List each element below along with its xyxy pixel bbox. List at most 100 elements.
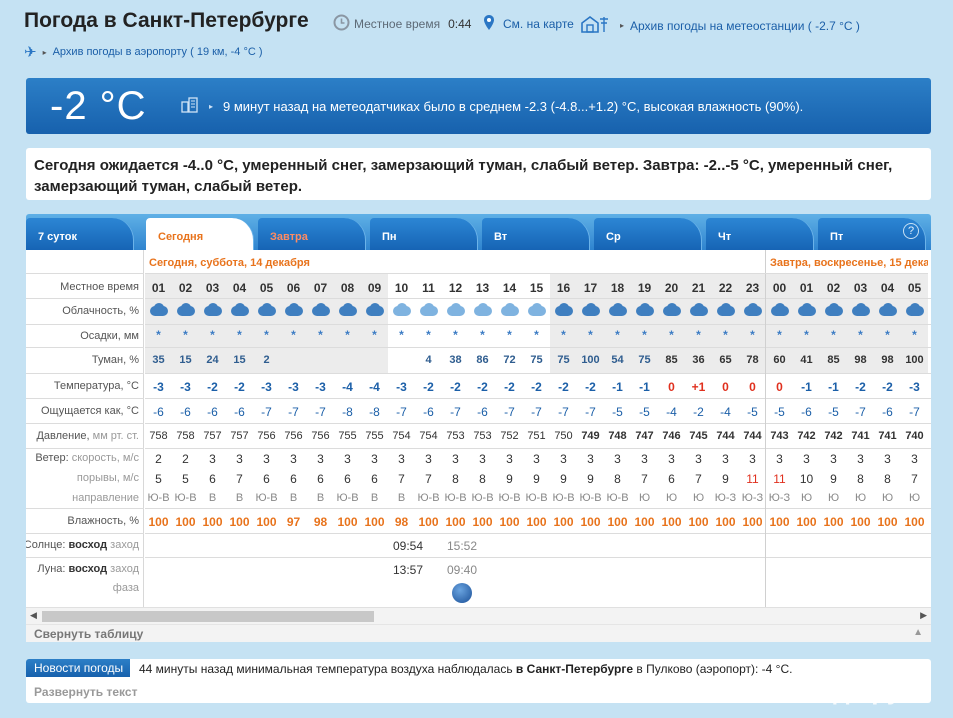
station-archive-link[interactable]: ▸ Архив погоды на метеостанции ( -2.7 °C…	[580, 14, 860, 37]
building-icon	[181, 97, 199, 116]
tab-1[interactable]: Сегодня	[146, 218, 254, 250]
feels-cell: -5	[639, 405, 650, 419]
hour-cell: 01	[151, 281, 166, 295]
direction-cell: Ю-В	[579, 492, 602, 504]
direction-cell: В	[235, 492, 244, 504]
hour-cell: 04	[880, 281, 895, 295]
airport-archive-link[interactable]: ✈ ▸ Архив погоды в аэропорту ( 19 км, -4…	[24, 43, 263, 61]
wind-cell: 3	[911, 452, 918, 466]
pressure-cell: 749	[581, 430, 600, 442]
snow-icon: *	[831, 328, 836, 342]
label-moon: Луна: восход заход	[37, 563, 139, 575]
map-link[interactable]: См. на карте	[483, 14, 574, 34]
direction-cell: В	[289, 492, 298, 504]
direction-cell: Ю	[638, 492, 651, 504]
collapse-arrow-icon[interactable]: ▲	[913, 627, 923, 638]
temp-cell: -3	[261, 380, 272, 394]
hour-cell: 06	[286, 281, 301, 295]
gust-cell: 8	[452, 472, 459, 486]
collapse-table-button[interactable]: Свернуть таблицу ▲	[26, 624, 931, 642]
label-time: Местное время	[60, 281, 139, 293]
fog-cell: 24	[206, 354, 219, 366]
wind-cell: 3	[695, 452, 702, 466]
expand-text-button[interactable]: Развернуть текст	[34, 685, 137, 699]
fog-cell: 100	[905, 354, 924, 366]
temp-cell: -2	[504, 380, 515, 394]
wind-cell: 3	[830, 452, 837, 466]
gust-cell: 5	[182, 472, 189, 486]
news-text-city: в Санкт-Петербурге	[515, 662, 634, 676]
gust-cell: 9	[533, 472, 540, 486]
tab-5[interactable]: Ср	[594, 218, 702, 250]
cloud-icon	[685, 303, 712, 320]
gust-cell: 9	[587, 472, 594, 486]
cloud-icon	[283, 303, 305, 317]
station-archive-text[interactable]: Архив погоды на метеостанции ( -2.7 °C )	[630, 19, 860, 33]
forecast-summary: Сегодня ожидается -4..0 °C, умеренный сн…	[26, 148, 931, 200]
label-precip: Осадки, мм	[80, 330, 139, 342]
fog-cell: 78	[746, 354, 759, 366]
snow-icon: *	[885, 328, 890, 342]
label-part: заход	[110, 563, 139, 575]
wind-cell: 2	[155, 452, 162, 466]
cloud-icon	[793, 303, 820, 320]
tab-2[interactable]: Завтра	[258, 218, 366, 250]
wind-cell: 3	[641, 452, 648, 466]
map-link-text[interactable]: См. на карте	[503, 17, 574, 31]
tab-0[interactable]: 7 суток	[26, 218, 134, 250]
humidity-cell: 98	[394, 515, 409, 529]
collapse-label[interactable]: Свернуть таблицу	[34, 627, 143, 641]
wind-cell: 3	[425, 452, 432, 466]
cloud-icon	[202, 303, 224, 317]
direction-cell: Ю-З	[741, 492, 764, 504]
temp-cell: -2	[423, 380, 434, 394]
snow-icon: *	[426, 328, 431, 342]
fog-cell: 75	[557, 354, 570, 366]
fog-cell: 86	[476, 354, 489, 366]
direction-cell: В	[208, 492, 217, 504]
humidity-cell: 100	[337, 515, 358, 529]
cloud-icon	[661, 303, 683, 317]
fog-cell: 4	[425, 354, 432, 366]
horizontal-scrollbar[interactable]: ◀ ▶	[26, 607, 931, 624]
snow-icon: *	[480, 328, 485, 342]
pressure-cell: 740	[905, 430, 924, 442]
wind-cell: 3	[209, 452, 216, 466]
hour-cell: 15	[529, 281, 544, 295]
wind-cell: 3	[344, 452, 351, 466]
scroll-right-icon[interactable]: ▶	[920, 610, 927, 621]
feels-cell: -8	[369, 405, 380, 419]
feels-cell: -7	[450, 405, 461, 419]
humidity-cell: 100	[472, 515, 493, 529]
gust-cell: 7	[911, 472, 918, 486]
temp-cell: -3	[909, 380, 920, 394]
tab-6[interactable]: Чт	[706, 218, 814, 250]
gust-cell: 5	[155, 472, 162, 486]
hour-cell: 04	[232, 281, 247, 295]
help-icon[interactable]: ?	[903, 223, 919, 239]
airport-archive-text[interactable]: Архив погоды в аэропорту ( 19 км, -4 °C …	[53, 46, 263, 58]
feels-cell: -6	[207, 405, 218, 419]
direction-cell: Ю	[881, 492, 894, 504]
direction-cell: Ю-В	[525, 492, 548, 504]
gust-cell: 8	[857, 472, 864, 486]
tab-4[interactable]: Вт	[482, 218, 590, 250]
snow-icon: *	[210, 328, 215, 342]
day-header-today: Сегодня, суббота, 14 декабря	[145, 250, 766, 274]
feels-cell: -2	[693, 405, 704, 419]
label-part: Местное время	[60, 281, 139, 293]
humidity-cell: 100	[553, 515, 574, 529]
scroll-left-icon[interactable]: ◀	[30, 610, 37, 621]
gust-cell: 9	[830, 472, 837, 486]
cloud-icon	[229, 303, 251, 317]
direction-cell: Ю	[827, 492, 840, 504]
scroll-thumb[interactable]	[42, 611, 374, 622]
feels-cell: -4	[720, 405, 731, 419]
humidity-cell: 100	[634, 515, 655, 529]
temp-cell: 0	[749, 380, 756, 394]
feels-cell: -5	[774, 405, 785, 419]
tab-3[interactable]: Пн	[370, 218, 478, 250]
wind-cell: 3	[722, 452, 729, 466]
label-part: Влажность, %	[67, 515, 139, 527]
label-part: восход	[68, 539, 108, 551]
